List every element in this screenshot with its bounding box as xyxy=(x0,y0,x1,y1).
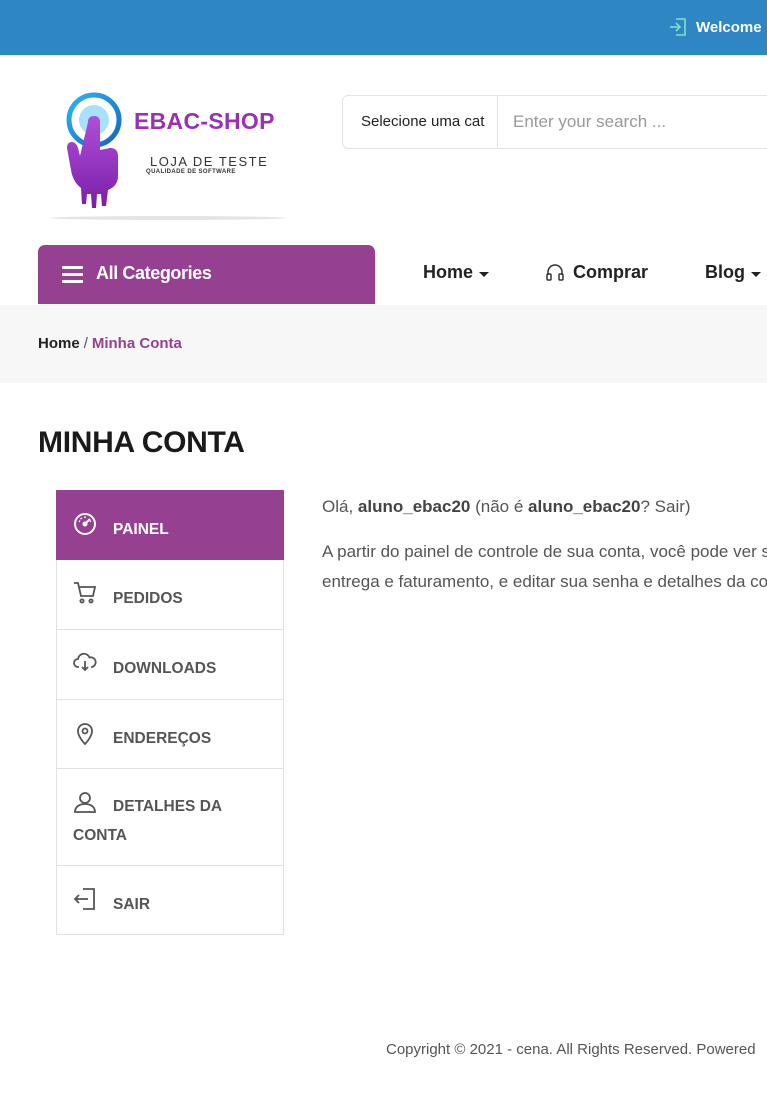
location-pin-icon xyxy=(77,723,93,746)
page-title: MINHA CONTA xyxy=(38,426,245,459)
account-nav-label: DETALHES DA CONTA xyxy=(73,798,222,844)
account-nav-label: SAIR xyxy=(113,896,151,913)
welcome-text: Welcome xyxy=(696,18,762,36)
account-nav-pedidos[interactable]: PEDIDOS xyxy=(56,560,284,630)
greeting-suffix: ? xyxy=(640,497,655,516)
greeting-middle: (não é xyxy=(470,497,529,516)
all-categories-label: All Categories xyxy=(96,263,212,283)
nav-home[interactable]: Home xyxy=(423,262,490,283)
logo-brand-text: EBAC-SHOP xyxy=(134,108,275,134)
welcome-link[interactable]: Welcome xyxy=(668,17,762,37)
account-nav-downloads[interactable]: DOWNLOADS xyxy=(56,630,284,700)
greeting-username-2: aluno_ebac20 xyxy=(528,497,641,516)
account-nav-detalhes-da-conta[interactable]: DETALHES DA CONTA xyxy=(56,769,284,866)
account-nav-painel[interactable]: PAINEL xyxy=(56,490,284,560)
nav-comprar[interactable]: Comprar xyxy=(545,262,648,283)
logo-subtitle: LOJA DE TESTE xyxy=(150,154,269,169)
account-navigation: PAINEL PEDIDOS DOWNLOADS ENDEREÇOS DETAL… xyxy=(56,490,284,935)
account-content: Olá, aluno_ebac20 (não é aluno_ebac20? S… xyxy=(322,492,767,597)
logo-tagline: QUALIDADE DE SOFTWARE xyxy=(146,169,236,175)
headset-icon xyxy=(546,263,564,281)
footer-copyright: Copyright © 2021 - cena. All Rights Rese… xyxy=(386,1041,756,1058)
logout-icon xyxy=(73,888,95,910)
nav-comprar-label: Comprar xyxy=(573,262,649,282)
account-nav-label: DOWNLOADS xyxy=(113,660,217,677)
intro-line-2: entrega e faturamento, e editar sua senh… xyxy=(322,572,767,591)
cloud-download-icon xyxy=(73,652,97,672)
intro-line-1: A partir do painel de controle de sua co… xyxy=(322,542,767,561)
greeting-close: ) xyxy=(684,497,691,516)
nav-blog[interactable]: Blog xyxy=(705,262,761,283)
dashboard-icon xyxy=(74,513,96,535)
chevron-down-icon xyxy=(479,271,490,277)
hamburger-icon xyxy=(62,266,83,283)
account-nav-label: ENDEREÇOS xyxy=(113,730,212,747)
chevron-down-icon xyxy=(751,271,761,277)
all-categories-button[interactable]: All Categories xyxy=(38,245,375,304)
logout-link[interactable]: Sair xyxy=(655,497,685,516)
search-bar: Selecione uma cat xyxy=(342,95,767,149)
breadcrumb: Home / Minha Conta xyxy=(38,335,182,352)
breadcrumb-separator: / xyxy=(83,335,88,352)
account-nav-sair[interactable]: SAIR xyxy=(56,866,284,935)
breadcrumb-home[interactable]: Home xyxy=(38,335,80,352)
logo-hand-icon xyxy=(66,92,122,208)
account-nav-enderecos[interactable]: ENDEREÇOS xyxy=(56,700,284,769)
greeting-prefix: Olá, xyxy=(322,497,358,516)
account-nav-label: PAINEL xyxy=(113,521,169,538)
account-nav-label: PEDIDOS xyxy=(113,590,183,607)
greeting-username: aluno_ebac20 xyxy=(357,497,471,516)
breadcrumb-current: Minha Conta xyxy=(91,335,182,352)
greeting-line: Olá, aluno_ebac20 (não é aluno_ebac20? S… xyxy=(322,492,767,522)
nav-home-label: Home xyxy=(423,262,474,282)
breadcrumb-bar: Home / Minha Conta xyxy=(0,305,767,383)
search-input[interactable] xyxy=(499,96,767,148)
nav-blog-label: Blog xyxy=(705,262,745,282)
category-select[interactable]: Selecione uma cat xyxy=(343,96,498,148)
site-logo[interactable]: EBAC-SHOP LOJA DE TESTE QUALIDADE DE SOF… xyxy=(48,88,288,223)
top-bar: Welcome xyxy=(0,0,767,55)
logo-underline xyxy=(50,216,286,220)
cart-icon xyxy=(74,582,97,604)
login-icon xyxy=(670,18,686,36)
